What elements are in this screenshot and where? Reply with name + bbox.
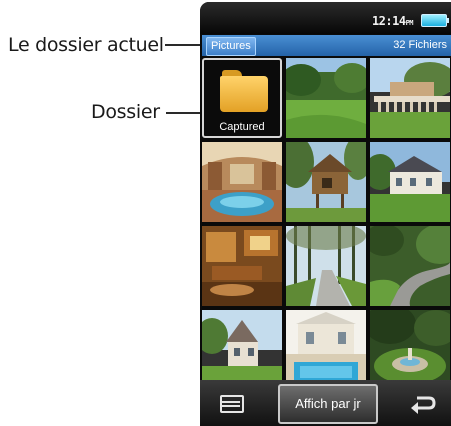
wood-paneled-room-thumbnail[interactable]	[202, 226, 282, 306]
clock-time: 12:14	[371, 14, 406, 28]
path-bar: Pictures 32 Fichiers	[202, 35, 451, 56]
forest-driveway-thumbnail[interactable]	[286, 226, 366, 306]
thumbnail-grid: Captured	[202, 58, 451, 390]
folder-icon	[220, 70, 268, 114]
clock: 12:14PM	[371, 14, 414, 28]
status-bar: 12:14PM	[200, 2, 451, 34]
indoor-pool-thumbnail[interactable]	[202, 142, 282, 222]
callout-folder: Dossier	[91, 101, 160, 123]
clock-ampm: PM	[405, 19, 414, 27]
wooden-treehouse-thumbnail[interactable]	[286, 142, 366, 222]
view-by-day-button[interactable]: Affich par jr	[278, 384, 378, 424]
back-arrow-icon[interactable]	[409, 390, 437, 416]
callout-current-folder: Le dossier actuel	[8, 34, 164, 56]
white-mansion-thumbnail[interactable]	[370, 142, 450, 222]
current-folder-path[interactable]: Pictures	[206, 37, 256, 56]
bottom-bar: Affich par jr	[200, 380, 451, 426]
terrace-balustrade-thumbnail[interactable]	[370, 58, 450, 138]
file-count: 32 Fichiers	[393, 39, 447, 51]
menu-icon[interactable]	[218, 392, 244, 414]
folder-captured[interactable]: Captured	[202, 58, 282, 138]
battery-full-icon	[421, 14, 449, 27]
tudor-house-thumbnail[interactable]	[202, 310, 282, 390]
callout-line-current-folder	[165, 44, 205, 46]
fountain-garden-thumbnail[interactable]	[370, 310, 450, 390]
garden-lawn-thumbnail[interactable]	[286, 58, 366, 138]
curving-road-thumbnail[interactable]	[370, 226, 450, 306]
folder-label: Captured	[219, 121, 265, 133]
phone-screen: 12:14PM Pictures 32 Fichiers Captured Af…	[200, 2, 451, 426]
pool-house-thumbnail[interactable]	[286, 310, 366, 390]
